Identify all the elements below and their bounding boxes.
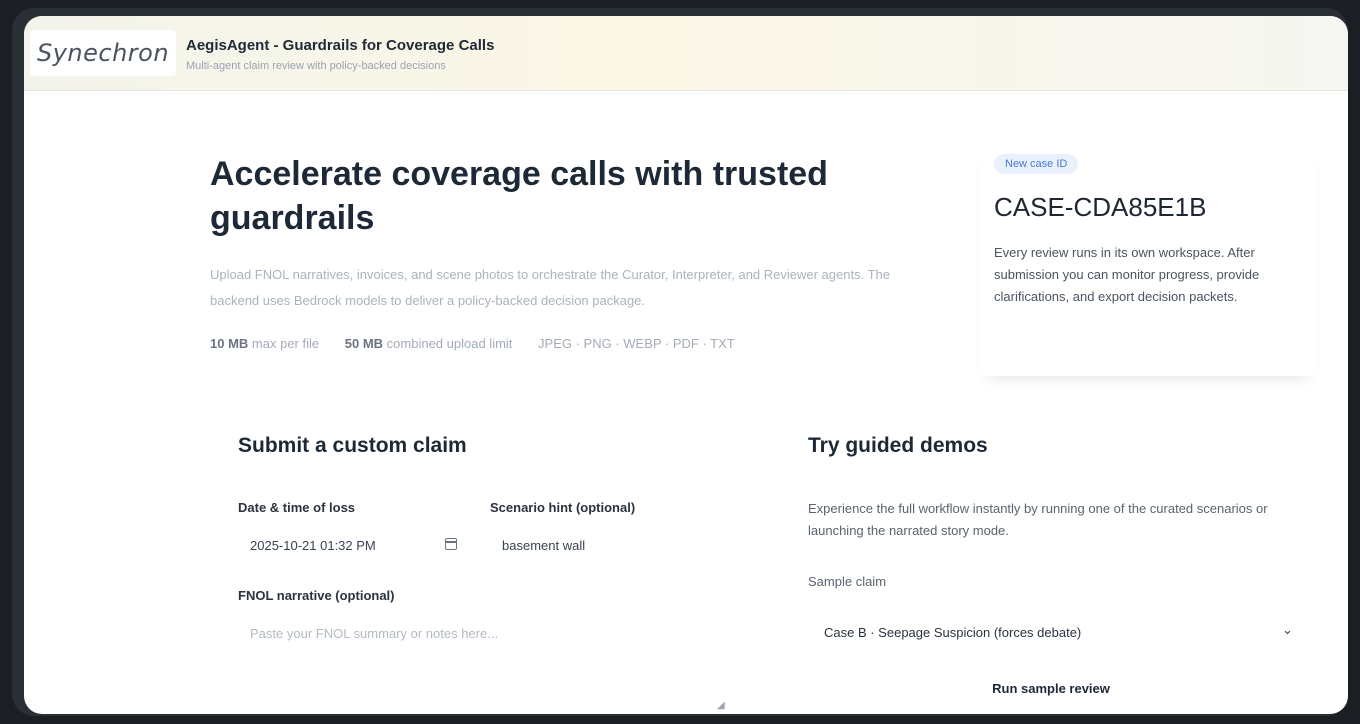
resize-handle-icon[interactable]: ◢ [717,700,725,711]
hero-title: Accelerate coverage calls with trusted g… [210,155,828,237]
sample-claim-select[interactable]: Case B · Seepage Suspicion (forces debat… [814,616,1300,648]
logo-text: Synechron [36,39,170,67]
run-sample-button[interactable]: Run sample review [984,676,1118,700]
limit-per-file: 10 MB max per file [210,336,320,351]
demos-description: Experience the full workflow instantly b… [808,501,1268,538]
custom-claim-title: Submit a custom claim [238,434,467,457]
scenario-label: Scenario hint (optional) [490,500,636,515]
date-time-input[interactable]: 2025-10-21 01:32 PM [250,538,376,553]
app-subtitle: Multi-agent claim review with policy-bac… [186,60,446,72]
scenario-input[interactable]: basement wall [502,538,585,553]
app-window: Synechron AegisAgent - Guardrails for Co… [24,16,1348,714]
case-badge: New case ID [994,154,1079,174]
app-title: AegisAgent - Guardrails for Coverage Cal… [186,37,495,54]
date-label: Date & time of loss [238,500,356,515]
accepted-formats: JPEG · PNG · WEBP · PDF · TXT [538,336,735,351]
fnol-label: FNOL narrative (optional) [238,588,395,603]
calendar-icon[interactable] [445,538,457,550]
hero-description: Upload FNOL narratives, invoices, and sc… [210,267,890,308]
case-id: CASE-CDA85E1B [994,192,1207,222]
guided-demos-title: Try guided demos [808,434,988,457]
app-header: Synechron AegisAgent - Guardrails for Co… [24,16,1348,91]
limit-combined: 50 MB combined upload limit [344,336,513,351]
brand-logo[interactable]: Synechron [30,30,176,76]
upload-limits: 10 MB max per file 50 MB combined upload… [210,336,757,351]
case-card: New case ID CASE-CDA85E1B Every review r… [980,142,1316,376]
case-description: Every review runs in its own workspace. … [994,245,1260,304]
fnol-textarea[interactable]: Paste your FNOL summary or notes here... [250,626,498,641]
sample-claim-label: Sample claim [808,574,887,589]
chevron-down-icon[interactable]: ⌄ [1282,622,1293,638]
